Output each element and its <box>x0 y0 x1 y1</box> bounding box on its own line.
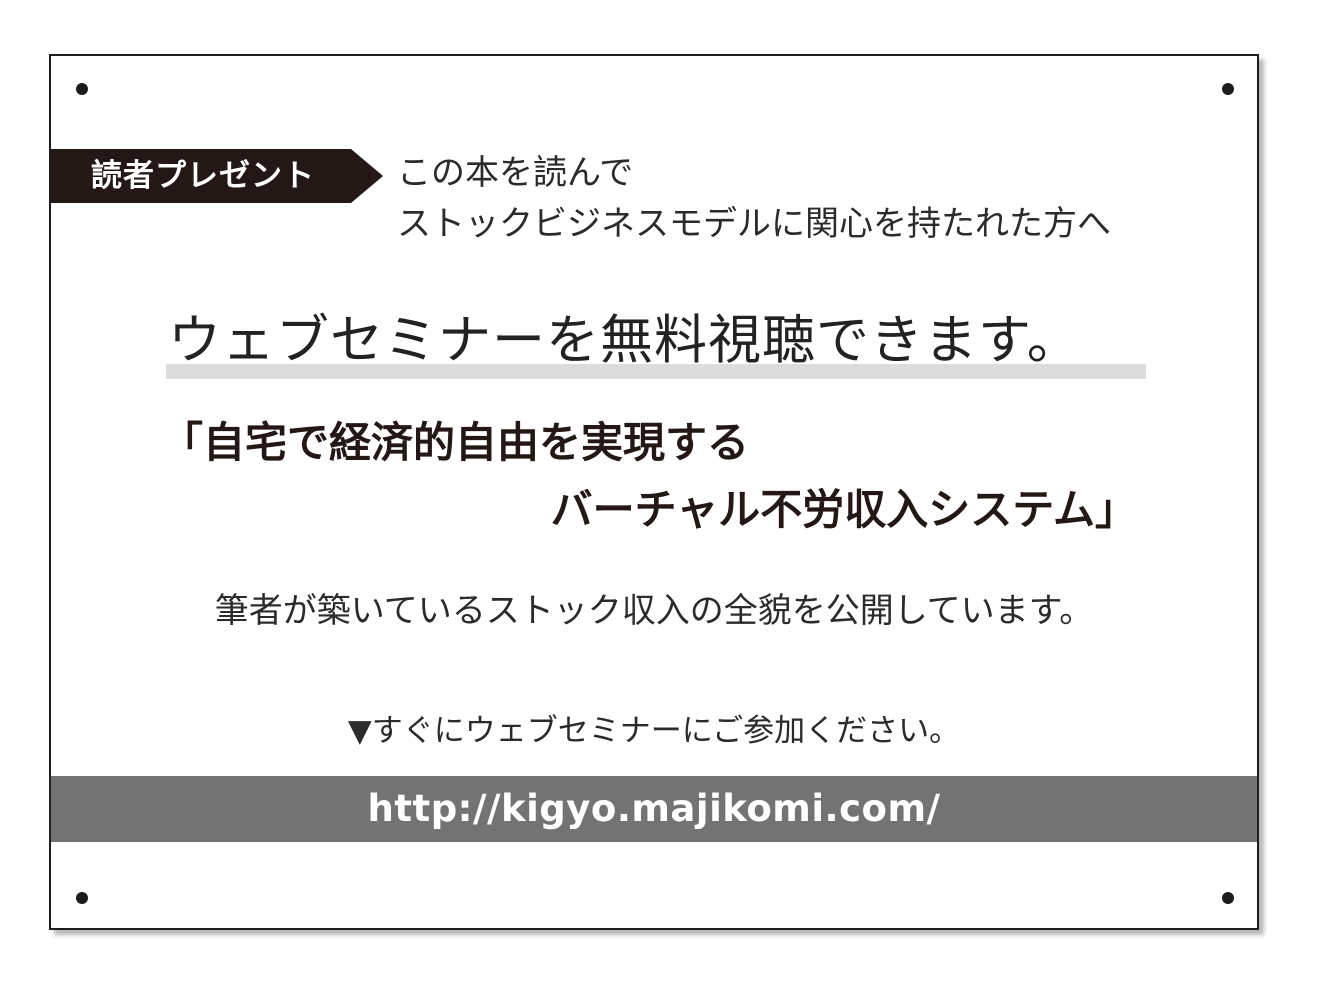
seminar-url-link[interactable]: http://kigyo.majikomi.com/ <box>51 776 1257 842</box>
call-to-action-text: ▼すぐにウェブセミナーにご参加ください。 <box>347 713 961 749</box>
page-title: ウェブセミナーを無料視聴できます。 <box>168 310 1081 371</box>
subtitle-line-2: バーチャル不労収入システム」 <box>550 485 1137 534</box>
description-text: 筆者が築いているストック収入の全貌を公開しています。 <box>214 591 1094 631</box>
headline-block: ウェブセミナーを無料視聴できます。 <box>166 309 1146 381</box>
corner-dot-icon <box>1222 892 1234 904</box>
url-bar: http://kigyo.majikomi.com/ <box>51 776 1257 842</box>
corner-dot-icon <box>1222 83 1234 95</box>
corner-dot-icon <box>76 83 88 95</box>
intro-line-1: この本を読んで <box>397 153 634 193</box>
reader-present-tag: 読者プレゼント <box>51 149 383 203</box>
subtitle-line-1: 「自宅で経済的自由を実現する <box>161 418 750 467</box>
intro-text: この本を読んで ストックビジネスモデルに関心を持たれた方へ <box>397 148 1111 250</box>
corner-dot-icon <box>76 892 88 904</box>
intro-line-2: ストックビジネスモデルに関心を持たれた方へ <box>397 204 1111 244</box>
seminar-card: 読者プレゼント この本を読んで ストックビジネスモデルに関心を持たれた方へ ウェ… <box>49 54 1259 930</box>
